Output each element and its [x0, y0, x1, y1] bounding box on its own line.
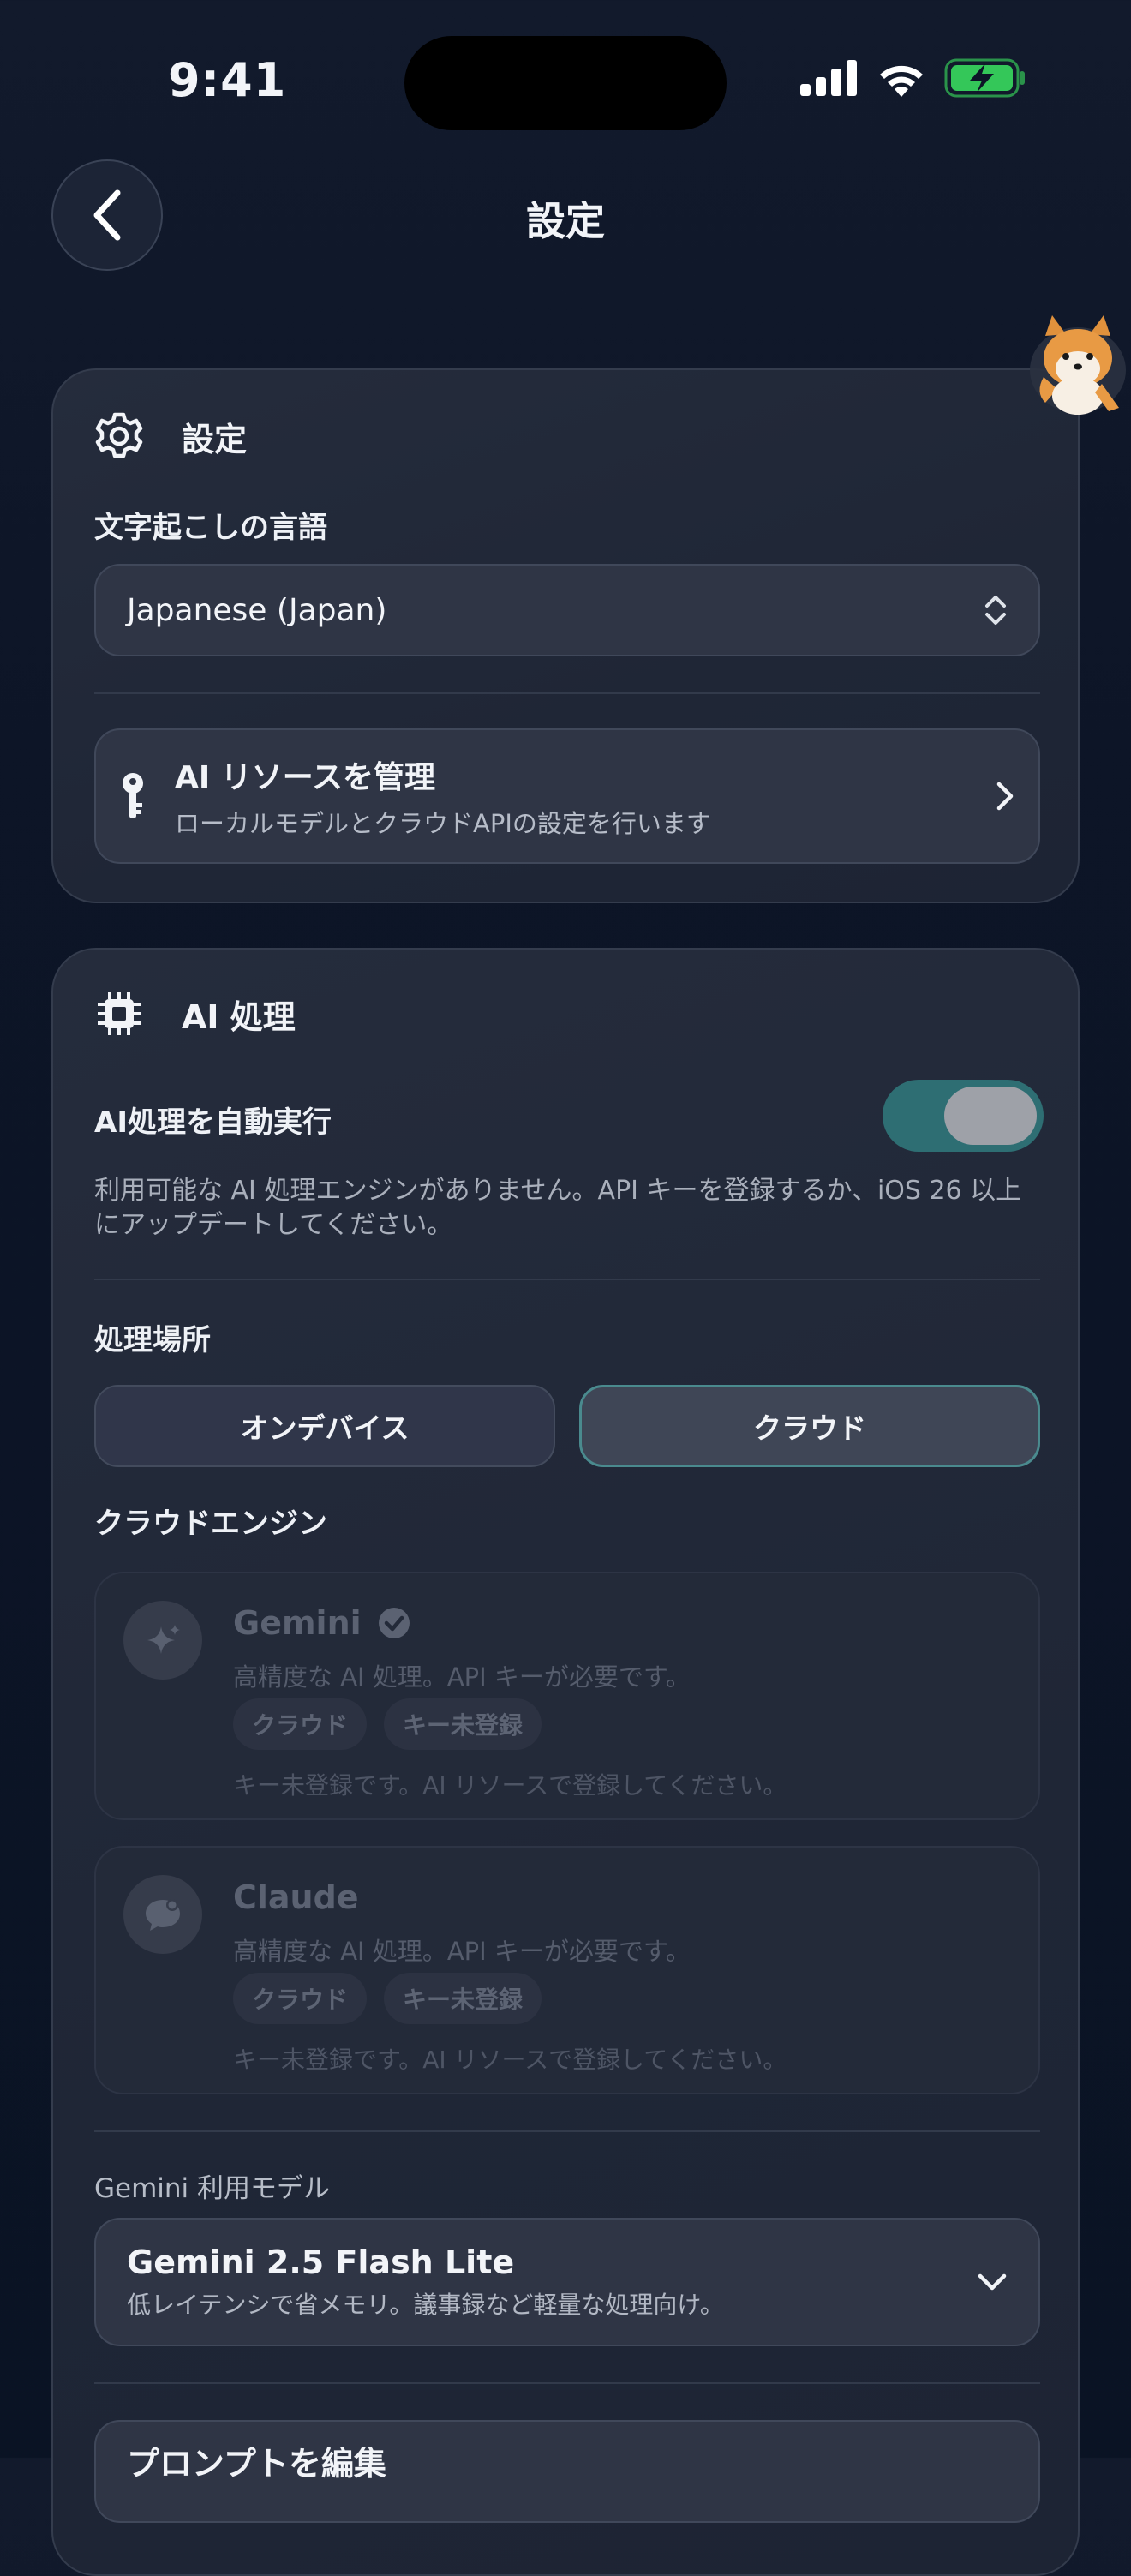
auto-run-label: AI処理を自動実行: [94, 1105, 332, 1140]
chevron-down-icon: [978, 2273, 1007, 2291]
engine-description: 高精度な AI 処理。API キーが必要です。: [233, 1937, 691, 1966]
engine-note: キー未登録です。AI リソースで登録してください。: [233, 1771, 787, 1800]
wifi-icon: [880, 65, 923, 97]
engine-description: 高精度な AI 処理。API キーが必要です。: [233, 1662, 691, 1692]
settings-card-header: 設定: [94, 411, 247, 461]
cpu-chip-icon: [98, 992, 141, 1035]
engine-option-claude[interactable]: Claude 高精度な AI 処理。API キーが必要です。 クラウド キー未登…: [94, 1846, 1040, 2094]
chevron-right-icon: [996, 782, 1014, 811]
toggle-knob: [944, 1087, 1037, 1145]
divider: [94, 2382, 1040, 2384]
ai-card-title: AI 処理: [182, 997, 296, 1036]
edit-prompt-label: プロンプトを編集: [127, 2445, 386, 2483]
model-label: Gemini 利用モデル: [94, 2173, 331, 2204]
sparkle-icon: [123, 1601, 202, 1680]
model-description: 低レイテンシで省メモリ。議事録など軽量な処理向け。: [127, 2291, 724, 2319]
gear-icon: [95, 412, 143, 458]
ai-resources-button[interactable]: AI リソースを管理 ローカルモデルとクラウドAPIの設定を行います: [94, 728, 1040, 864]
engine-name: Gemini: [233, 1604, 411, 1642]
ai-resources-subtitle: ローカルモデルとクラウドAPIの設定を行います: [175, 809, 711, 838]
chip-cloud: クラウド: [233, 1973, 368, 2024]
language-value: Japanese (Japan): [127, 592, 387, 628]
chevron-up-down-icon: [985, 596, 1006, 625]
shiba-mascot-icon: [1026, 310, 1131, 422]
chip-cloud: クラウド: [233, 1698, 368, 1750]
divider: [94, 2130, 1040, 2132]
auto-run-toggle[interactable]: [883, 1080, 1044, 1152]
ai-processing-card: AI 処理 AI処理を自動実行 利用可能な AI 処理エンジンがありません。AP…: [51, 948, 1080, 2576]
language-select[interactable]: Japanese (Japan): [94, 564, 1040, 656]
cellular-signal-icon: [800, 60, 857, 96]
ai-card-header: AI 処理: [94, 989, 296, 1039]
processing-location-label: 処理場所: [94, 1323, 211, 1357]
divider: [94, 1279, 1040, 1280]
location-on-device-button[interactable]: オンデバイス: [94, 1385, 555, 1467]
checkmark-seal-icon: [378, 1608, 410, 1638]
settings-card-title: 設定: [182, 420, 248, 458]
key-icon: [123, 773, 143, 818]
engine-chips: クラウド キー未登録: [233, 1698, 542, 1750]
ai-resources-title: AI リソースを管理: [175, 760, 435, 795]
engine-name-text: Claude: [233, 1878, 359, 1916]
engine-chips: クラウド キー未登録: [233, 1973, 542, 2024]
model-value: Gemini 2.5 Flash Lite: [127, 2244, 515, 2281]
dynamic-island: [404, 36, 727, 130]
settings-card: 設定 文字起こしの言語 Japanese (Japan) AI リソースを管理 …: [51, 368, 1080, 903]
status-icons: [800, 58, 1026, 98]
engine-name: Claude: [233, 1878, 359, 1916]
status-time: 9:41: [168, 53, 287, 107]
edit-prompt-button[interactable]: プロンプトを編集: [94, 2420, 1040, 2523]
ai-unavailable-description: 利用可能な AI 処理エンジンがありません。API キーを登録するか、iOS 2…: [94, 1176, 1022, 1240]
divider: [94, 692, 1040, 694]
cloud-engine-label: クラウドエンジン: [94, 1507, 327, 1541]
location-cloud-button[interactable]: クラウド: [579, 1385, 1040, 1467]
engine-option-gemini[interactable]: Gemini 高精度な AI 処理。API キーが必要です。 クラウド キー未登…: [94, 1572, 1040, 1820]
chat-bubble-icon: [123, 1875, 202, 1954]
chip-key-unregistered: キー未登録: [384, 1698, 542, 1750]
chip-key-unregistered: キー未登録: [384, 1973, 542, 2024]
language-label: 文字起こしの言語: [94, 511, 327, 545]
model-select[interactable]: Gemini 2.5 Flash Lite 低レイテンシで省メモリ。議事録など軽…: [94, 2218, 1040, 2346]
engine-note: キー未登録です。AI リソースで登録してください。: [233, 2046, 787, 2074]
engine-name-text: Gemini: [233, 1604, 362, 1642]
page-title: 設定: [526, 198, 605, 244]
battery-charging-icon: [944, 58, 1025, 98]
